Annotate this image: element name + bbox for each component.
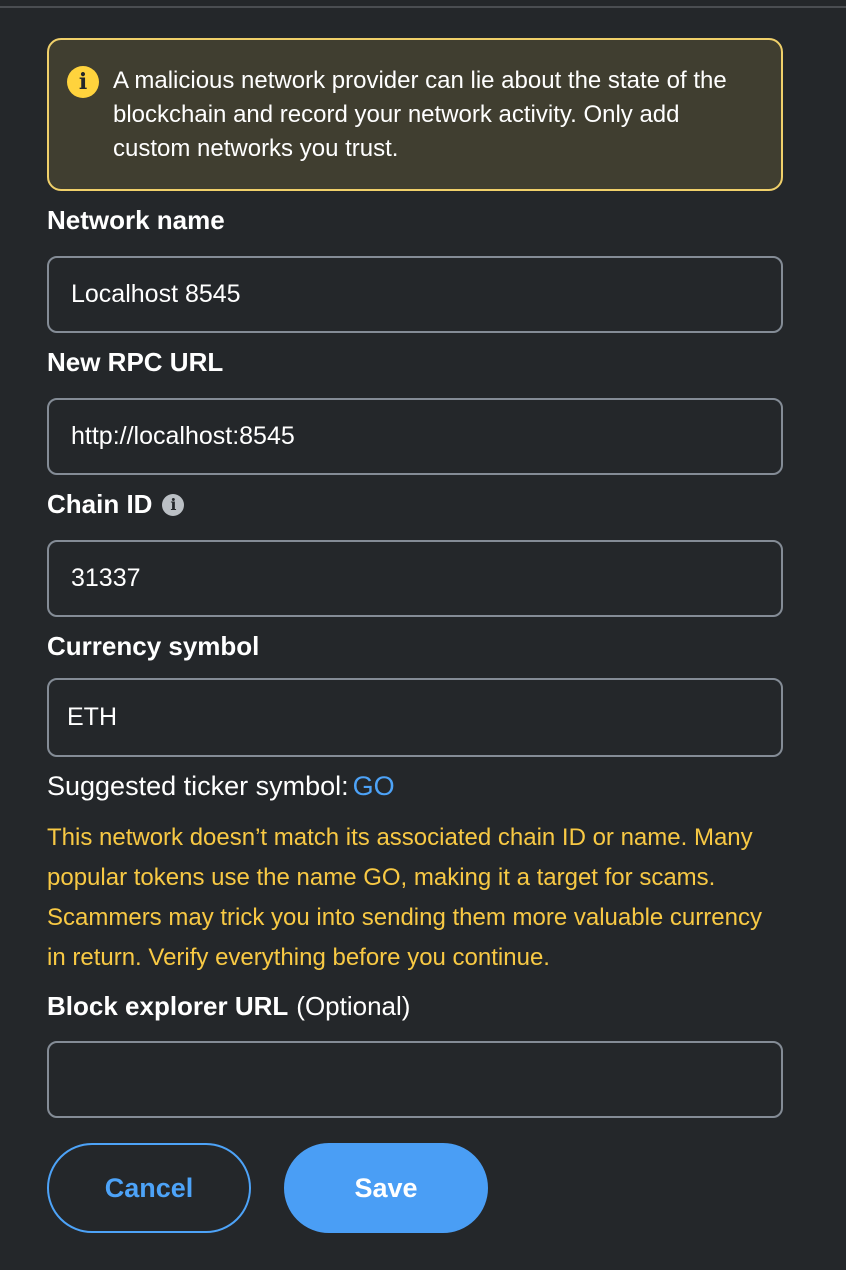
- rpc-url-label: New RPC URL: [47, 347, 224, 377]
- block-explorer-label: Block explorer URL: [47, 991, 289, 1021]
- info-icon: i: [67, 66, 99, 98]
- suggested-ticker-link[interactable]: GO: [353, 771, 395, 801]
- ticker-warning-message: This network doesn’t match its associate…: [47, 824, 762, 971]
- currency-symbol-label: Currency symbol: [47, 631, 260, 661]
- chain-id-input[interactable]: 31337: [47, 540, 783, 617]
- network-name-input[interactable]: Localhost 8545: [47, 256, 783, 333]
- block-explorer-input[interactable]: [47, 1041, 783, 1118]
- security-warning-banner: i A malicious network provider can lie a…: [47, 38, 783, 191]
- chain-id-label-row: Chain ID i: [47, 489, 185, 520]
- block-explorer-label-row: Block explorer URL (Optional): [47, 991, 410, 1022]
- suggested-ticker-row: Suggested ticker symbol: GO: [47, 771, 395, 802]
- warning-text: A malicious network provider can lie abo…: [113, 67, 727, 162]
- save-button[interactable]: Save: [284, 1143, 488, 1233]
- rpc-url-input[interactable]: http://localhost:8545: [47, 398, 783, 475]
- cancel-button[interactable]: Cancel: [47, 1143, 251, 1233]
- chain-id-info-icon[interactable]: i: [162, 494, 185, 516]
- network-name-label: Network name: [47, 205, 225, 235]
- suggested-ticker-label: Suggested ticker symbol:: [47, 771, 349, 801]
- optional-label: (Optional): [296, 991, 411, 1021]
- chain-id-label: Chain ID: [47, 489, 153, 519]
- currency-symbol-input[interactable]: ETH: [47, 678, 783, 757]
- top-divider: [0, 0, 846, 8]
